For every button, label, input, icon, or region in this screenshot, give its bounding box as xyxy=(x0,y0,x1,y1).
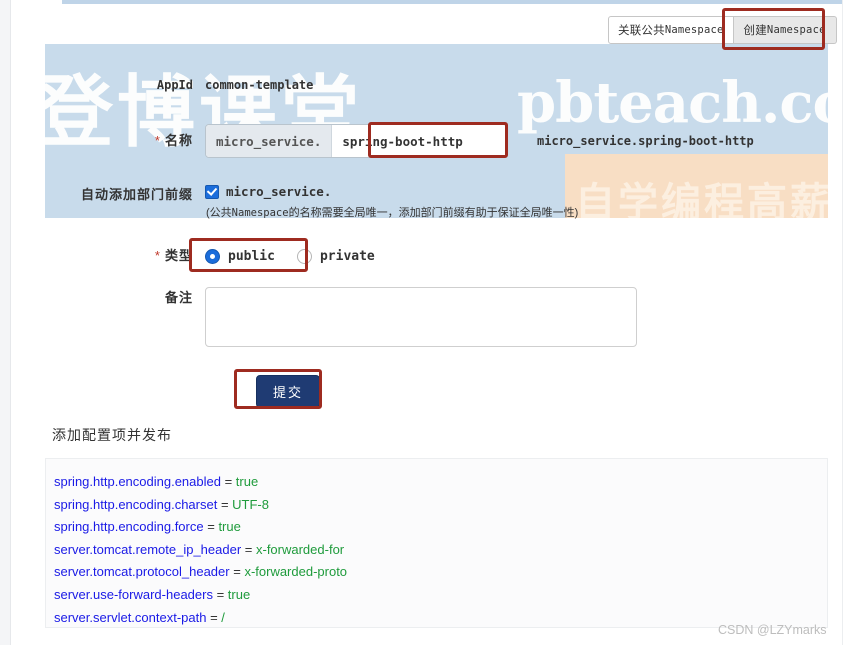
radio-option-private[interactable]: private xyxy=(296,248,375,264)
radio-label-public: public xyxy=(228,248,275,264)
auto-prefix-checkbox-label: micro_service. xyxy=(226,184,332,199)
associate-public-namespace-label-mono: Namespace xyxy=(664,24,724,36)
auto-prefix-label: 自动添加部门前缀 xyxy=(80,187,193,202)
namespace-type-label-text: 类型 xyxy=(164,248,193,263)
config-line: spring.http.encoding.enabled = true xyxy=(54,471,827,494)
config-key: server.use-forward-headers xyxy=(54,586,213,602)
config-key: server.servlet.context-path xyxy=(54,609,207,625)
config-line: server.use-forward-headers = true xyxy=(54,584,827,607)
config-line: server.tomcat.remote_ip_header = x-forwa… xyxy=(54,539,827,562)
namespace-name-label-text: 名称 xyxy=(164,133,193,148)
radio-dot-public[interactable] xyxy=(205,248,220,264)
content-divider xyxy=(11,4,843,5)
remark-textarea[interactable] xyxy=(205,287,637,347)
config-equals: = xyxy=(229,564,245,580)
auto-prefix-hint-mono: Namespace xyxy=(231,207,289,219)
namespace-name-input-group[interactable]: micro_service. xyxy=(205,124,507,158)
config-key: spring.http.encoding.force xyxy=(54,519,204,535)
config-key: server.tomcat.protocol_header xyxy=(54,564,230,580)
radio-option-public[interactable]: public xyxy=(205,248,275,264)
config-line: spring.http.encoding.force = true xyxy=(54,516,827,539)
associate-public-namespace-button[interactable]: 关联公共 Namespace xyxy=(608,16,734,44)
config-line: server.tomcat.protocol_header = x-forwar… xyxy=(54,561,827,584)
create-namespace-button[interactable]: 创建 Namespace xyxy=(733,16,837,44)
config-equals: = xyxy=(203,519,219,535)
submit-button[interactable]: 提交 xyxy=(256,375,321,408)
appid-row: AppId common-template xyxy=(45,74,314,96)
namespace-type-label: * 类型 xyxy=(45,245,205,267)
namespace-type-row: * 类型 public private xyxy=(45,245,397,267)
associate-public-namespace-label-cn: 关联公共 xyxy=(618,25,665,37)
appid-value: common-template xyxy=(205,78,314,92)
config-key: spring.http.encoding.charset xyxy=(54,496,218,512)
top-action-bar: 关联公共 Namespace 创建 Namespace xyxy=(608,16,837,44)
config-value: UTF-8 xyxy=(232,496,269,512)
config-equals: = xyxy=(206,609,222,625)
auto-prefix-control: micro_service. (公共Namespace的名称需要全局唯一，添加部… xyxy=(205,184,578,220)
config-value: x-forwarded-for xyxy=(255,541,345,557)
namespace-name-preview: micro_service.spring-boot-http xyxy=(537,134,754,148)
config-line: server.servlet.context-path = / xyxy=(54,607,827,630)
submit-row: 提交 xyxy=(256,375,321,408)
config-key: spring.http.encoding.enabled xyxy=(54,474,221,489)
radio-label-private: private xyxy=(319,248,375,264)
config-line: spring.http.encoding.charset = UTF-8 xyxy=(54,494,827,517)
auto-prefix-hint-prefix: (公共 xyxy=(206,207,232,219)
appid-label: AppId xyxy=(156,78,193,92)
config-value: true xyxy=(227,586,251,602)
config-equals: = xyxy=(220,474,236,489)
auto-prefix-checkbox-line[interactable]: micro_service. xyxy=(205,184,331,199)
config-properties-block: spring.http.encoding.enabled = true sprin… xyxy=(45,458,828,628)
create-namespace-label-cn: 创建 xyxy=(743,25,767,37)
auto-prefix-hint: (公共Namespace的名称需要全局唯一，添加部门前缀有助于保证全局唯一性) xyxy=(206,204,578,220)
config-equals: = xyxy=(241,541,256,557)
create-namespace-label-mono: Namespace xyxy=(766,24,826,36)
csdn-watermark: CSDN @LZYmarks xyxy=(718,623,827,637)
config-value: / xyxy=(221,609,225,625)
auto-prefix-row: 自动添加部门前缀 micro_service. (公共Namespace的名称需… xyxy=(45,184,578,220)
section-heading: 添加配置项并发布 xyxy=(52,427,172,443)
namespace-name-input[interactable] xyxy=(332,125,506,157)
remark-label: 备注 xyxy=(164,290,193,305)
config-value: x-forwarded-proto xyxy=(244,564,348,580)
radio-dot-private[interactable] xyxy=(296,248,312,264)
required-marker-name: * xyxy=(154,133,161,148)
config-value: true xyxy=(235,474,259,489)
namespace-prefix-addon: micro_service. xyxy=(206,125,333,157)
page-root: 关联公共 Namespace 创建 Namespace 登博课堂 pbteach.c… xyxy=(0,0,843,645)
config-equals: = xyxy=(212,586,228,602)
auto-prefix-hint-suffix: 的名称需要全局唯一，添加部门前缀有助于保证全局唯一性) xyxy=(288,207,579,219)
auto-prefix-checkbox[interactable] xyxy=(205,184,219,199)
namespace-name-label: * 名称 xyxy=(45,130,205,152)
background-watermark-band xyxy=(565,154,828,218)
config-key: server.tomcat.remote_ip_header xyxy=(54,541,242,557)
config-equals: = xyxy=(217,496,233,512)
remark-row: 备注 xyxy=(45,287,637,347)
left-gutter xyxy=(0,0,11,645)
config-value: true xyxy=(218,519,241,535)
namespace-name-row: *名称 micro_service. micro_service.spring-… xyxy=(45,124,754,158)
required-marker-type: * xyxy=(154,248,161,263)
